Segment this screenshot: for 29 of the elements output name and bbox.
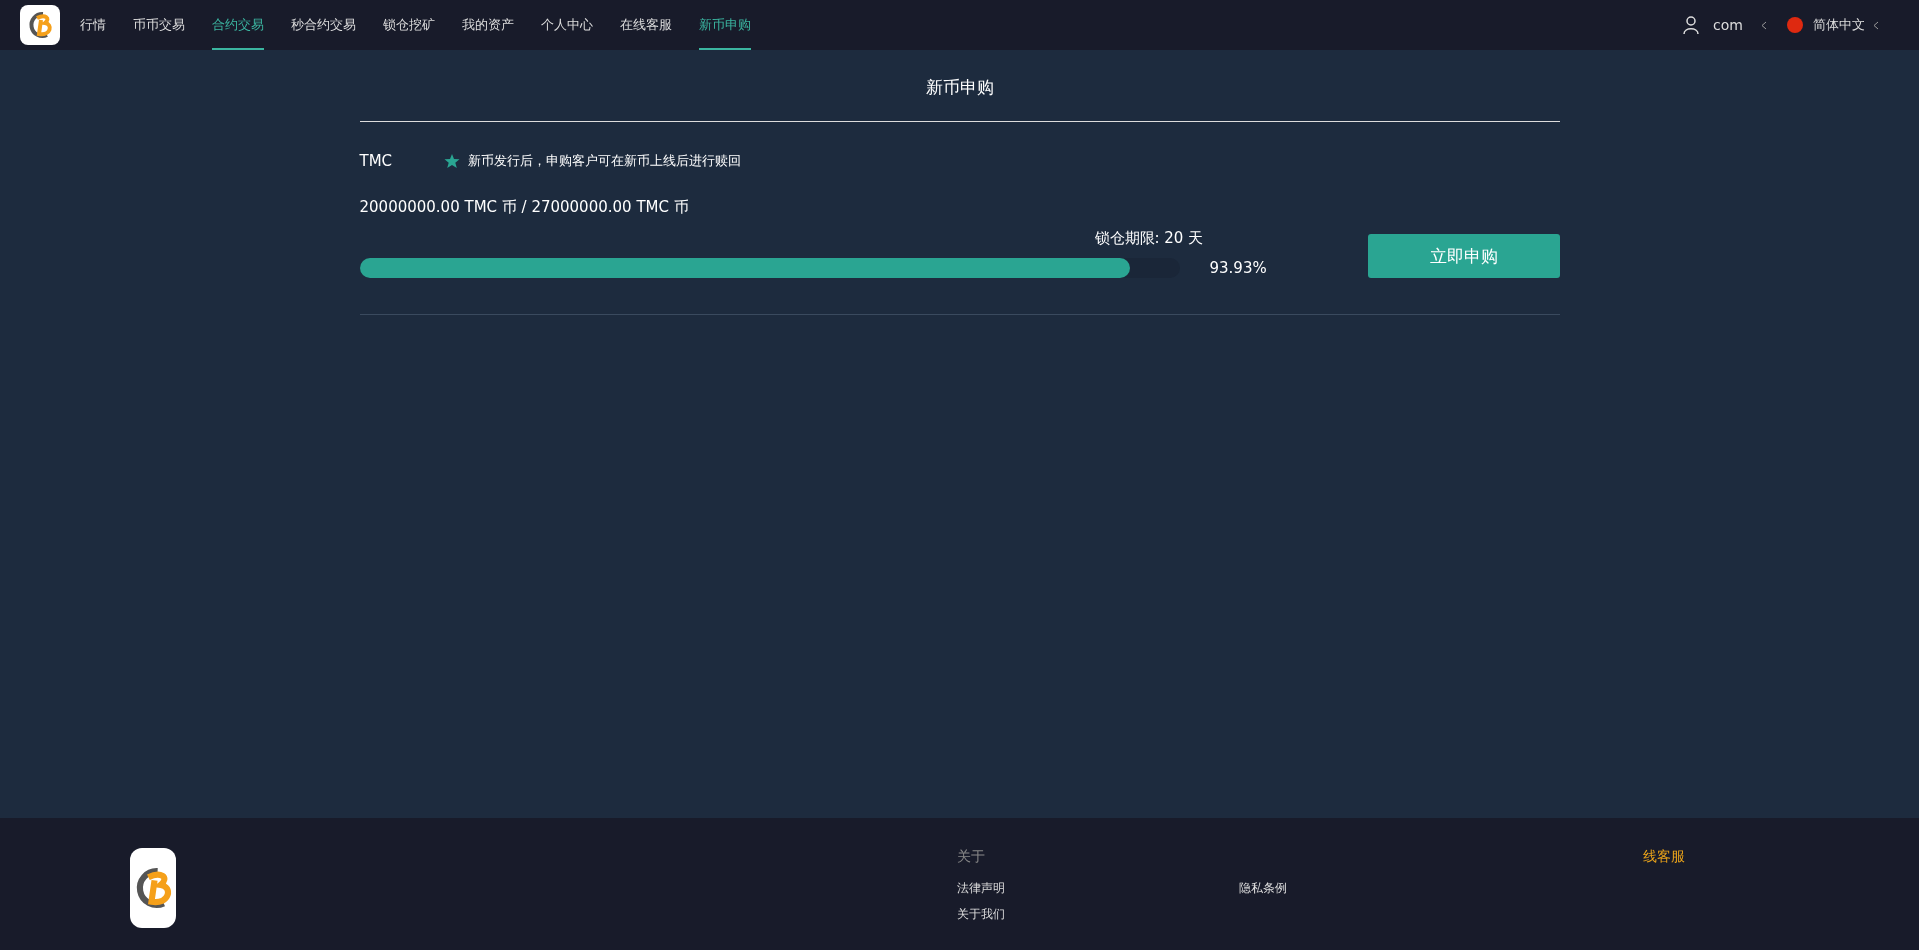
progress-percent: 93.93% — [1209, 259, 1267, 277]
nav-tab[interactable]: 个人中心 — [541, 0, 593, 50]
coin-name: TMC — [359, 152, 394, 170]
subscription-amount: 20000000.00 TMC 币 / 27000000.00 TMC 币 — [359, 198, 690, 217]
nav-tab[interactable]: 币币交易 — [133, 0, 185, 50]
nav-tab[interactable]: 在线客服 — [620, 0, 672, 50]
page-title: 新币申购 — [359, 50, 1560, 122]
nav-tab[interactable]: 锁仓挖矿 — [383, 0, 435, 50]
user-email[interactable]: com — [1713, 17, 1743, 33]
footer-link[interactable]: 关于我们 — [957, 906, 1239, 923]
nav-tab[interactable]: 行情 — [80, 0, 106, 50]
logo-icon[interactable] — [20, 5, 60, 45]
chevron-icon — [1873, 20, 1879, 30]
user-icon[interactable] — [1683, 16, 1700, 34]
footer-heading: 线客服 — [1643, 848, 1685, 864]
footer-heading: 关于 — [957, 848, 985, 864]
language-selector[interactable]: 简体中文 — [1813, 16, 1865, 34]
subscription-note: 新币发行后，申购客户可在新币上线后进行赎回 — [467, 152, 741, 170]
nav-tab[interactable]: 秒合约交易 — [291, 0, 356, 50]
nav-tab[interactable]: 新币申购 — [699, 0, 751, 50]
star-icon — [443, 153, 460, 169]
chevron-icon — [1761, 20, 1767, 30]
footer-link[interactable]: 隐私条例 — [1239, 880, 1643, 897]
footer-logo-icon — [130, 848, 176, 928]
nav-tab[interactable]: 合约交易 — [212, 0, 264, 50]
footer-link[interactable]: 法律声明 — [957, 880, 1239, 897]
flag-icon — [1787, 17, 1803, 33]
nav-tab[interactable]: 我的资产 — [462, 0, 514, 50]
lock-period: 锁仓期限: 20 天 — [1094, 229, 1204, 248]
